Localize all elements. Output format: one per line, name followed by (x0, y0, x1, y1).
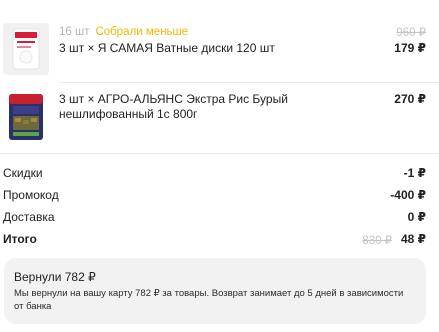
summary-label: Промокод (3, 188, 59, 202)
divider (59, 82, 439, 83)
status-label: Собрали меньше (95, 26, 189, 38)
summary-label: Итого (3, 232, 37, 246)
summary-label: Доставка (3, 210, 55, 224)
summary-discount: Скидки -1 ₽ (3, 166, 426, 184)
summary-value: 0 ₽ (407, 210, 426, 224)
summary-value: -1 ₽ (403, 166, 426, 180)
item-meta: 16 шт Собрали меньше (59, 25, 188, 39)
quantity-badge: 16 шт (59, 26, 90, 38)
summary-value: 48 ₽ (400, 232, 426, 246)
item-price: 179 ₽ (394, 41, 426, 55)
old-total: 830 ₽ (362, 235, 392, 247)
item-title: 3 шт × Я САМАЯ Ватные диски 120 шт (59, 41, 275, 55)
refund-text: Мы вернули на вашу карту 782 ₽ за товары… (14, 288, 404, 312)
order-details: 16 шт Собрали меньше 3 шт × Я САМАЯ Ватны… (0, 0, 439, 332)
refund-title: Вернули 782 ₽ (14, 270, 96, 284)
cotton-pads-package-icon (3, 23, 49, 75)
old-price: 960 ₽ (396, 27, 426, 39)
summary-promo: Промокод -400 ₽ (3, 188, 426, 206)
rice-package-icon (3, 90, 49, 142)
summary-delivery: Доставка 0 ₽ (3, 210, 426, 228)
summary-total: Итого 830 ₽ 48 ₽ (3, 232, 426, 250)
refund-card: Вернули 782 ₽ Мы вернули на вашу карту 7… (4, 258, 426, 324)
order-item[interactable]: 3 шт × АГРО-АЛЬЯНС Экстра Рис Бурый нешл… (0, 86, 439, 146)
summary-label: Скидки (3, 166, 43, 180)
divider (0, 153, 439, 154)
summary-value: -400 ₽ (390, 188, 426, 202)
order-item[interactable]: 16 шт Собрали меньше 3 шт × Я САМАЯ Ватны… (0, 20, 439, 80)
item-title: 3 шт × АГРО-АЛЬЯНС Экстра Рис Бурый нешл… (59, 92, 288, 121)
item-price: 270 ₽ (394, 92, 426, 106)
